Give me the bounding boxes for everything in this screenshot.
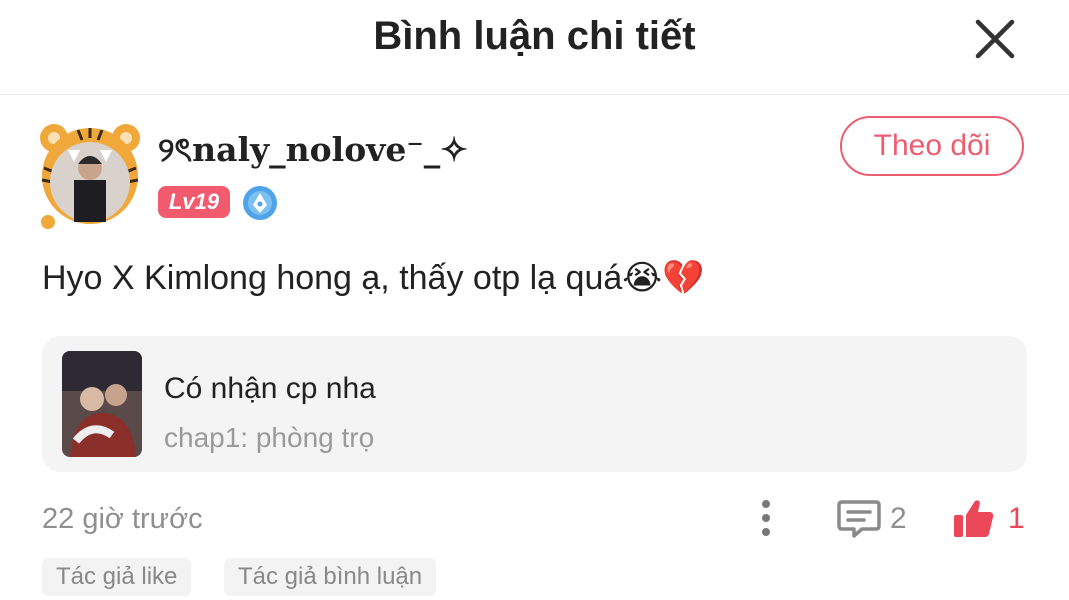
reply-count: 2	[890, 502, 907, 535]
follow-button[interactable]: Theo dõi	[840, 116, 1024, 176]
author-commented-tag: Tác giả bình luận	[224, 558, 437, 596]
page-title: Bình luận chi tiết	[373, 14, 696, 58]
username[interactable]: ୨ৎnaly_nolove⁻_✧	[158, 124, 468, 180]
author-liked-tag: Tác giả like	[42, 558, 192, 596]
close-icon	[975, 19, 1015, 59]
more-options-button[interactable]	[752, 496, 780, 540]
story-chapter: chap1: phòng trọ	[164, 422, 375, 453]
story-title: Có nhận cp nha	[164, 372, 376, 405]
referenced-story-card[interactable]: Có nhận cp nha chap1: phòng trọ	[42, 336, 1027, 472]
story-thumbnail	[62, 351, 142, 457]
close-button[interactable]	[972, 16, 1018, 62]
header-bar: Bình luận chi tiết	[0, 0, 1069, 95]
like-button[interactable]: 1	[952, 494, 1032, 542]
verified-badge-icon	[243, 186, 277, 220]
comment-timestamp: 22 giờ trước	[42, 503, 203, 535]
comment-icon	[837, 500, 881, 538]
reply-button[interactable]: 2	[836, 494, 916, 542]
more-vertical-icon	[762, 500, 770, 536]
level-badge: Lv19	[158, 186, 230, 218]
comment-text: Hyo X Kimlong hong ạ, thấy otp lạ quá😭💔	[42, 259, 705, 297]
like-count: 1	[1008, 502, 1025, 535]
thumbs-up-icon	[954, 500, 994, 537]
avatar[interactable]	[38, 118, 142, 230]
tiger-frame-avatar-image	[40, 124, 140, 229]
